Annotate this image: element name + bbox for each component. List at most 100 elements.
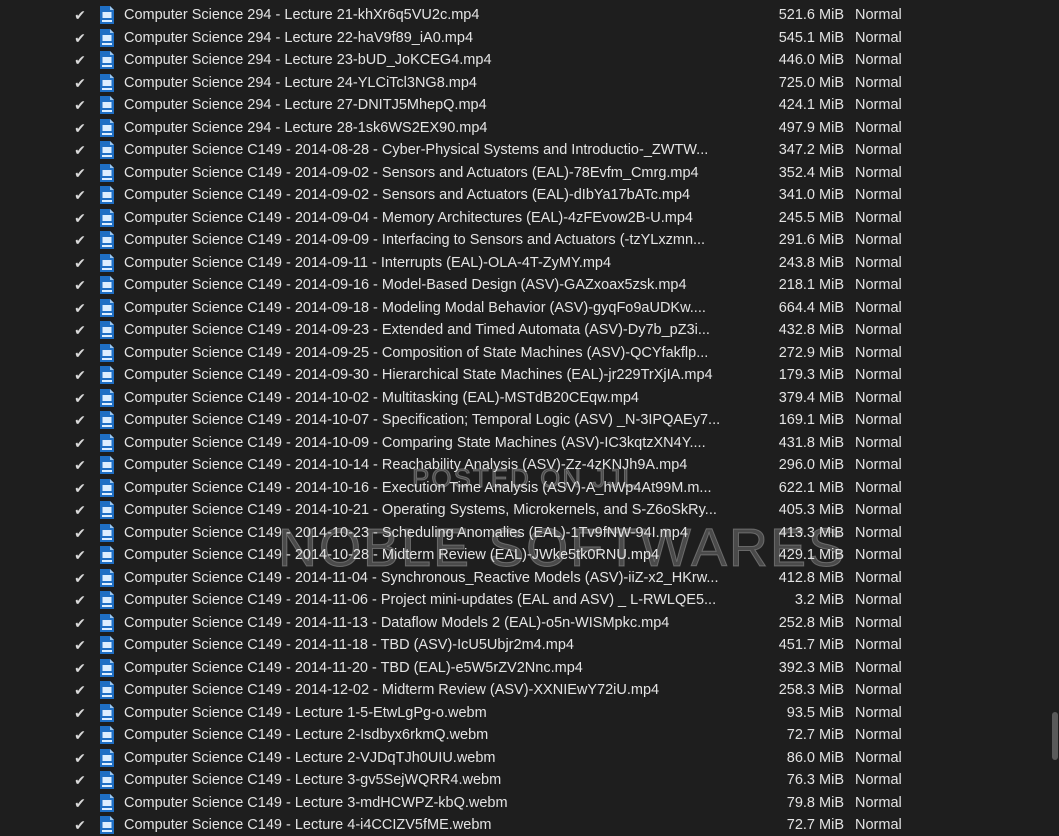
check-icon[interactable]: ✔: [72, 680, 88, 700]
check-icon[interactable]: ✔: [72, 388, 88, 408]
file-row[interactable]: ✔ Computer Science C149 - 2014-09-09 - In…: [0, 229, 1050, 252]
file-priority[interactable]: Normal: [855, 614, 902, 632]
file-priority[interactable]: Normal: [855, 681, 902, 699]
file-priority[interactable]: Normal: [855, 636, 902, 654]
check-icon[interactable]: ✔: [72, 725, 88, 745]
check-icon[interactable]: ✔: [72, 230, 88, 250]
check-icon[interactable]: ✔: [72, 478, 88, 498]
file-row[interactable]: ✔ Computer Science C149 - 2014-12-02 - Mi…: [0, 679, 1050, 702]
file-row[interactable]: ✔ Computer Science C149 - 2014-09-11 - In…: [0, 252, 1050, 275]
check-icon[interactable]: ✔: [72, 298, 88, 318]
file-priority[interactable]: Normal: [855, 726, 902, 744]
check-icon[interactable]: ✔: [72, 163, 88, 183]
file-row[interactable]: ✔ Computer Science C149 - 2014-10-14 - Re…: [0, 454, 1050, 477]
file-row[interactable]: ✔ Computer Science C149 - 2014-11-18 - TB…: [0, 634, 1050, 657]
file-priority[interactable]: Normal: [855, 411, 902, 429]
file-priority[interactable]: Normal: [855, 569, 902, 587]
file-row[interactable]: ✔ Computer Science C149 - 2014-09-30 - Hi…: [0, 364, 1050, 387]
file-row[interactable]: ✔ Computer Science C149 - 2014-09-02 - Se…: [0, 162, 1050, 185]
check-icon[interactable]: ✔: [72, 815, 88, 835]
file-priority[interactable]: Normal: [855, 659, 902, 677]
check-icon[interactable]: ✔: [72, 253, 88, 273]
check-icon[interactable]: ✔: [72, 95, 88, 115]
file-priority[interactable]: Normal: [855, 546, 902, 564]
file-priority[interactable]: Normal: [855, 6, 902, 24]
file-row[interactable]: ✔ Computer Science C149 - 2014-11-20 - TB…: [0, 657, 1050, 680]
check-icon[interactable]: ✔: [72, 140, 88, 160]
file-row[interactable]: ✔ Computer Science C149 - 2014-10-21 - Op…: [0, 499, 1050, 522]
file-row[interactable]: ✔ Computer Science C149 - 2014-11-13 - Da…: [0, 612, 1050, 635]
check-icon[interactable]: ✔: [72, 185, 88, 205]
check-icon[interactable]: ✔: [72, 275, 88, 295]
check-icon[interactable]: ✔: [72, 568, 88, 588]
file-row[interactable]: ✔ Computer Science C149 - Lecture 3-mdHCW…: [0, 792, 1050, 815]
file-row[interactable]: ✔ Computer Science C149 - Lecture 1-5-Etw…: [0, 702, 1050, 725]
check-icon[interactable]: ✔: [72, 635, 88, 655]
file-row[interactable]: ✔ Computer Science 294 - Lecture 22-haV9f…: [0, 27, 1050, 50]
file-row[interactable]: ✔ Computer Science C149 - 2014-09-02 - Se…: [0, 184, 1050, 207]
file-row[interactable]: ✔ Computer Science C149 - 2014-11-04 - Sy…: [0, 567, 1050, 590]
check-icon[interactable]: ✔: [72, 703, 88, 723]
file-priority[interactable]: Normal: [855, 749, 902, 767]
file-row[interactable]: ✔ Computer Science C149 - 2014-08-28 - Cy…: [0, 139, 1050, 162]
check-icon[interactable]: ✔: [72, 208, 88, 228]
check-icon[interactable]: ✔: [72, 433, 88, 453]
file-priority[interactable]: Normal: [855, 794, 902, 812]
vertical-scrollbar[interactable]: [1050, 0, 1059, 836]
file-row[interactable]: ✔ Computer Science C149 - 2014-09-18 - Mo…: [0, 297, 1050, 320]
file-priority[interactable]: Normal: [855, 321, 902, 339]
check-icon[interactable]: ✔: [72, 365, 88, 385]
file-row[interactable]: ✔ Computer Science C149 - Lecture 3-gv5Se…: [0, 769, 1050, 792]
file-priority[interactable]: Normal: [855, 119, 902, 137]
check-icon[interactable]: ✔: [72, 73, 88, 93]
check-icon[interactable]: ✔: [72, 500, 88, 520]
check-icon[interactable]: ✔: [72, 5, 88, 25]
file-row[interactable]: ✔ Computer Science C149 - 2014-09-23 - Ex…: [0, 319, 1050, 342]
check-icon[interactable]: ✔: [72, 545, 88, 565]
file-row[interactable]: ✔ Computer Science C149 - 2014-10-07 - Sp…: [0, 409, 1050, 432]
check-icon[interactable]: ✔: [72, 748, 88, 768]
file-row[interactable]: ✔ Computer Science C149 - Lecture 2-VJDqT…: [0, 747, 1050, 770]
file-row[interactable]: ✔ Computer Science C149 - Lecture 4-i4CCI…: [0, 814, 1050, 836]
file-row[interactable]: ✔ Computer Science C149 - 2014-10-23 - Sc…: [0, 522, 1050, 545]
scrollbar-thumb[interactable]: [1052, 712, 1058, 760]
file-row[interactable]: ✔ Computer Science C149 - 2014-10-09 - Co…: [0, 432, 1050, 455]
check-icon[interactable]: ✔: [72, 343, 88, 363]
file-row[interactable]: ✔ Computer Science 294 - Lecture 28-1sk6W…: [0, 117, 1050, 140]
check-icon[interactable]: ✔: [72, 455, 88, 475]
file-priority[interactable]: Normal: [855, 141, 902, 159]
file-priority[interactable]: Normal: [855, 186, 902, 204]
file-row[interactable]: ✔ Computer Science C149 - Lecture 2-Isdby…: [0, 724, 1050, 747]
file-priority[interactable]: Normal: [855, 276, 902, 294]
file-priority[interactable]: Normal: [855, 164, 902, 182]
file-priority[interactable]: Normal: [855, 816, 902, 834]
check-icon[interactable]: ✔: [72, 410, 88, 430]
file-row[interactable]: ✔ Computer Science C149 - 2014-09-04 - Me…: [0, 207, 1050, 230]
file-row[interactable]: ✔ Computer Science 294 - Lecture 21-khXr6…: [0, 4, 1050, 27]
check-icon[interactable]: ✔: [72, 613, 88, 633]
check-icon[interactable]: ✔: [72, 50, 88, 70]
file-row[interactable]: ✔ Computer Science C149 - 2014-10-02 - Mu…: [0, 387, 1050, 410]
file-row[interactable]: ✔ Computer Science C149 - 2014-09-25 - Co…: [0, 342, 1050, 365]
file-priority[interactable]: Normal: [855, 456, 902, 474]
file-priority[interactable]: Normal: [855, 479, 902, 497]
file-row[interactable]: ✔ Computer Science C149 - 2014-10-28 - Mi…: [0, 544, 1050, 567]
file-row[interactable]: ✔ Computer Science 294 - Lecture 23-bUD_J…: [0, 49, 1050, 72]
file-priority[interactable]: Normal: [855, 366, 902, 384]
file-priority[interactable]: Normal: [855, 51, 902, 69]
file-row[interactable]: ✔ Computer Science 294 - Lecture 24-YLCiT…: [0, 72, 1050, 95]
file-row[interactable]: ✔ Computer Science C149 - 2014-10-16 - Ex…: [0, 477, 1050, 500]
file-priority[interactable]: Normal: [855, 591, 902, 609]
file-priority[interactable]: Normal: [855, 29, 902, 47]
file-priority[interactable]: Normal: [855, 434, 902, 452]
check-icon[interactable]: ✔: [72, 523, 88, 543]
file-row[interactable]: ✔ Computer Science C149 - 2014-11-06 - Pr…: [0, 589, 1050, 612]
file-priority[interactable]: Normal: [855, 501, 902, 519]
file-priority[interactable]: Normal: [855, 524, 902, 542]
file-priority[interactable]: Normal: [855, 389, 902, 407]
file-priority[interactable]: Normal: [855, 96, 902, 114]
check-icon[interactable]: ✔: [72, 320, 88, 340]
file-priority[interactable]: Normal: [855, 344, 902, 362]
check-icon[interactable]: ✔: [72, 770, 88, 790]
file-priority[interactable]: Normal: [855, 254, 902, 272]
